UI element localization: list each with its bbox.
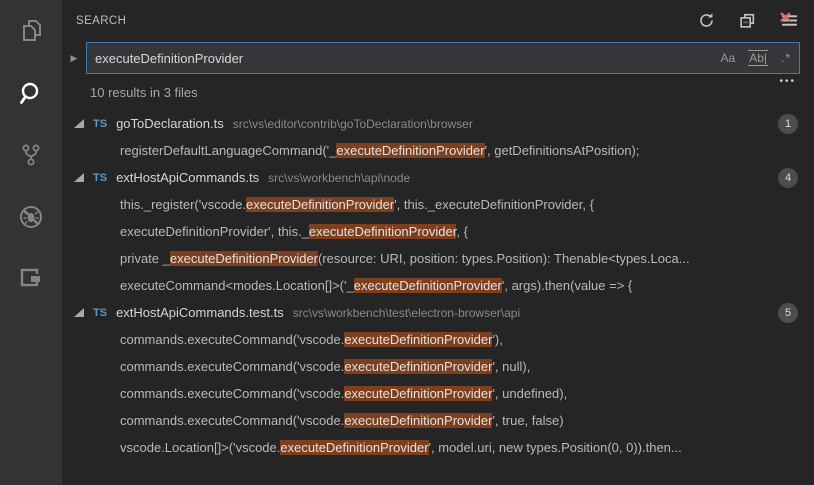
search-box: Aa Ab| .* — [86, 42, 800, 74]
files-icon — [17, 17, 45, 45]
collapse-all-icon[interactable] — [739, 12, 756, 29]
match-line-text: registerDefaultLanguageCommand('_execute… — [120, 143, 639, 158]
match-line-text: private _executeDefinitionProvider(resou… — [120, 251, 690, 266]
file-name: extHostApiCommands.ts — [116, 170, 259, 185]
match-highlight: executeDefinitionProvider — [246, 197, 394, 212]
match-highlight: executeDefinitionProvider — [280, 440, 428, 455]
search-results-tree: TS goToDeclaration.ts src\vs\editor\contri… — [62, 110, 814, 461]
sidebar-item-source-control[interactable] — [0, 124, 62, 186]
match-result-row[interactable]: registerDefaultLanguageCommand('_execute… — [62, 137, 814, 164]
match-result-row[interactable]: this._register('vscode.executeDefinition… — [62, 191, 814, 218]
file-name: extHostApiCommands.test.ts — [116, 305, 284, 320]
extensions-icon — [17, 265, 45, 293]
match-highlight: executeDefinitionProvider — [336, 143, 484, 158]
match-highlight: executeDefinitionProvider — [344, 332, 492, 347]
sidebar-item-extensions[interactable] — [0, 248, 62, 310]
match-line-text: commands.executeCommand('vscode.executeD… — [120, 359, 530, 374]
search-panel: SEARCH — [62, 0, 814, 485]
match-highlight: executeDefinitionProvider — [354, 278, 502, 293]
match-result-row[interactable]: vscode.Location[]>('vscode.executeDefini… — [62, 434, 814, 461]
search-input-row: ▶ Aa Ab| .* — [62, 40, 814, 74]
match-line-text: executeCommand<modes.Location[]>('_execu… — [120, 278, 632, 293]
clear-search-results-icon[interactable] — [780, 12, 798, 29]
search-options: Aa Ab| .* — [721, 50, 794, 66]
sidebar-item-search[interactable] — [0, 62, 62, 124]
match-highlight: executeDefinitionProvider — [170, 251, 318, 266]
file-path: src\vs\workbench\test\electron-browser\a… — [293, 306, 520, 320]
panel-actions — [698, 12, 798, 29]
typescript-file-icon: TS — [93, 307, 107, 319]
twisty-expanded-icon[interactable] — [74, 119, 84, 128]
panel-title: SEARCH — [76, 15, 698, 27]
typescript-file-icon: TS — [93, 118, 107, 130]
sidebar-item-debug[interactable] — [0, 186, 62, 248]
typescript-file-icon: TS — [93, 172, 107, 184]
file-result-row[interactable]: TS extHostApiCommands.ts src\vs\workbench\… — [62, 164, 814, 191]
match-highlight: executeDefinitionProvider — [344, 359, 492, 374]
whole-word-icon[interactable]: Ab| — [748, 50, 768, 66]
match-result-row[interactable]: executeCommand<modes.Location[]>('_execu… — [62, 272, 814, 299]
file-result-row[interactable]: TS extHostApiCommands.test.ts src\vs\workb… — [62, 299, 814, 326]
match-line-text: this._register('vscode.executeDefinition… — [120, 197, 594, 212]
search-icon — [17, 79, 45, 107]
file-name: goToDeclaration.ts — [116, 116, 224, 131]
debug-icon — [17, 203, 45, 231]
toggle-replace-chevron[interactable]: ▶ — [62, 42, 86, 74]
match-case-icon[interactable]: Aa — [721, 52, 736, 64]
summary-row: 10 results in 3 files ••• — [62, 74, 814, 106]
match-result-row[interactable]: commands.executeCommand('vscode.executeD… — [62, 380, 814, 407]
results-summary: 10 results in 3 files — [90, 85, 198, 100]
match-count-badge: 1 — [778, 114, 798, 134]
regex-icon[interactable]: .* — [781, 52, 791, 64]
match-result-row[interactable]: commands.executeCommand('vscode.executeD… — [62, 353, 814, 380]
activity-bar — [0, 0, 62, 485]
match-count-badge: 4 — [778, 168, 798, 188]
match-result-row[interactable]: commands.executeCommand('vscode.executeD… — [62, 407, 814, 434]
match-result-row[interactable]: private _executeDefinitionProvider(resou… — [62, 245, 814, 272]
file-result-row[interactable]: TS goToDeclaration.ts src\vs\editor\contri… — [62, 110, 814, 137]
match-result-row[interactable]: executeDefinitionProvider', this._execut… — [62, 218, 814, 245]
more-actions-icon[interactable]: ••• — [779, 76, 796, 87]
panel-header: SEARCH — [62, 0, 814, 40]
match-line-text: vscode.Location[]>('vscode.executeDefini… — [120, 440, 682, 455]
file-path: src\vs\workbench\api\node — [268, 171, 410, 185]
match-highlight: executeDefinitionProvider — [344, 386, 492, 401]
twisty-expanded-icon[interactable] — [74, 173, 84, 182]
match-highlight: executeDefinitionProvider — [309, 224, 456, 239]
search-input[interactable] — [95, 51, 721, 66]
match-line-text: commands.executeCommand('vscode.executeD… — [120, 386, 567, 401]
match-result-row[interactable]: commands.executeCommand('vscode.executeD… — [62, 326, 814, 353]
vscode-search-view: SEARCH — [0, 0, 814, 485]
refresh-icon[interactable] — [698, 12, 715, 29]
source-control-icon — [18, 142, 44, 168]
match-highlight: executeDefinitionProvider — [344, 413, 492, 428]
match-line-text: executeDefinitionProvider', this._execut… — [120, 224, 468, 239]
sidebar-item-explorer[interactable] — [0, 0, 62, 62]
twisty-expanded-icon[interactable] — [74, 308, 84, 317]
match-line-text: commands.executeCommand('vscode.executeD… — [120, 413, 564, 428]
file-path: src\vs\editor\contrib\goToDeclaration\br… — [233, 117, 473, 131]
match-line-text: commands.executeCommand('vscode.executeD… — [120, 332, 503, 347]
match-count-badge: 5 — [778, 303, 798, 323]
